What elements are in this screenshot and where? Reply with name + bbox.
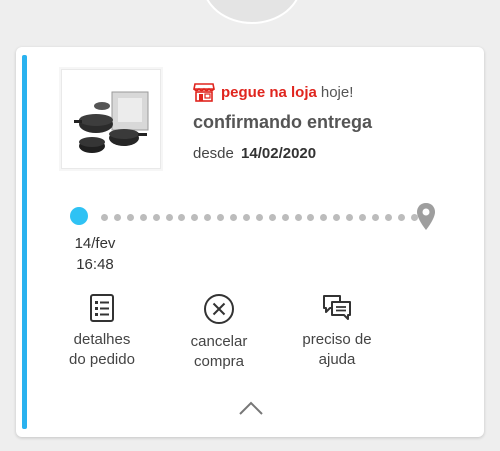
since-date: 14/02/2020 <box>241 145 317 162</box>
timeline-track-dot <box>333 214 341 221</box>
location-pin-icon <box>417 203 435 230</box>
product-image[interactable] <box>61 69 161 169</box>
timeline-track-dot <box>101 214 108 221</box>
timeline-track-dot <box>191 214 199 221</box>
order-details-button[interactable]: detalhes do pedido <box>60 293 144 370</box>
timeline-track-dot <box>113 214 121 221</box>
timeline-track-dot <box>255 214 263 221</box>
order-status: confirmando entrega <box>193 112 373 132</box>
timeline-track-dot <box>320 214 328 221</box>
need-help-label-1: preciso de <box>302 331 372 348</box>
timeline-track-dot <box>165 214 173 221</box>
since-line: desde 14/02/2020 <box>193 145 316 162</box>
cancel-purchase-label-2: compra <box>193 353 245 370</box>
timeline-timestamp: 14/fev 16:48 <box>70 233 120 275</box>
pickup-when: hoje! <box>320 83 354 101</box>
timeline-track-dot <box>152 214 160 221</box>
timeline-track-dot <box>294 214 302 221</box>
timeline-track-dot <box>178 214 186 221</box>
timeline-track-dot <box>359 214 366 221</box>
receipt-list-icon <box>90 294 114 322</box>
pickup-info: pegue na loja hoje! <box>193 82 353 102</box>
chevron-up-icon[interactable] <box>238 400 264 416</box>
timeline-track-dot <box>230 214 237 221</box>
timeline-track-dot <box>397 214 405 221</box>
timeline-start-dot <box>70 207 88 225</box>
avatar <box>202 0 302 24</box>
timeline-track-dot <box>346 214 354 221</box>
timeline-track-dot <box>139 214 147 221</box>
timeline-track-dot <box>204 214 212 221</box>
since-prefix: desde <box>193 145 234 162</box>
order-details-label-1: detalhes <box>73 331 131 348</box>
need-help-label-2: ajuda <box>318 351 356 368</box>
timeline-track-dot <box>126 214 134 221</box>
chat-bubbles-icon <box>323 295 351 320</box>
timeline-track-dot <box>307 214 315 221</box>
timeline-track-dot <box>268 214 276 221</box>
timeline-track-dot <box>371 214 379 221</box>
order-card: pegue na loja hoje! confirmando entrega … <box>16 47 484 437</box>
cancel-purchase-label-1: cancelar <box>190 333 248 350</box>
pickup-label: pegue na loja <box>221 83 317 101</box>
timeline-time: 16:48 <box>76 256 114 273</box>
timeline-track-dot <box>281 214 289 221</box>
timeline-track-dot <box>217 214 225 221</box>
timeline-track-dot <box>242 214 250 221</box>
timeline-track-dot <box>384 214 392 221</box>
need-help-button[interactable]: preciso de ajuda <box>292 293 382 370</box>
status-accent-bar <box>22 55 27 429</box>
circle-x-icon <box>204 294 234 324</box>
timeline-date: 14/fev <box>74 235 116 252</box>
cancel-purchase-button[interactable]: cancelar compra <box>179 293 259 372</box>
order-details-label-2: do pedido <box>69 351 135 368</box>
delivery-timeline <box>70 203 440 234</box>
store-icon <box>193 83 215 102</box>
